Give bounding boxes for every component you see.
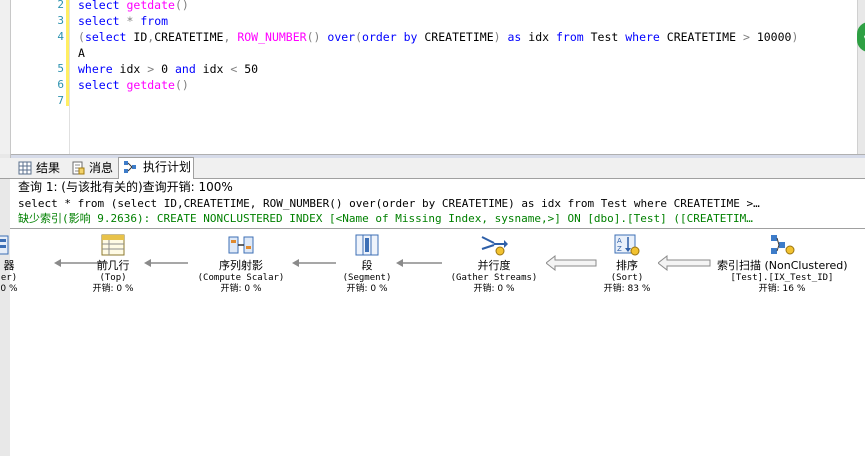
- editor-left-gutter: [0, 0, 11, 154]
- execution-plan-pane[interactable]: 查询 1: (与该批有关的)查询开销: 100% select * from (…: [0, 179, 865, 456]
- plan-node-segment[interactable]: 段 (Segment) 开销: 0 %: [302, 234, 432, 295]
- query-text: select * from (select ID,CREATETIME, ROW…: [18, 197, 760, 210]
- line-numbers: 2 3 4 5 6 7: [44, 0, 64, 154]
- missing-index-hint[interactable]: 缺少索引(影响 9.2636): CREATE NONCLUSTERED IND…: [18, 211, 753, 226]
- code-line[interactable]: select getdate(): [78, 77, 189, 93]
- plan-node-top[interactable]: 前几行 (Top) 开销: 0 %: [48, 234, 178, 295]
- plan-node-name: 并行度: [477, 259, 511, 272]
- grid-icon: [18, 161, 32, 175]
- plan-node-index-scan[interactable]: 索引扫描 (NonClustered) [Test].[IX_Test_ID] …: [717, 234, 848, 295]
- tab-results-label: 结果: [36, 161, 61, 175]
- code-line[interactable]: A: [78, 45, 85, 61]
- line-number: 7: [57, 94, 64, 107]
- tab-results[interactable]: 结果: [18, 159, 64, 177]
- index-scan-icon: [771, 235, 795, 255]
- sort-icon: A Z: [614, 234, 640, 256]
- plan-node-name: 段: [361, 259, 373, 272]
- plan-node-operator: (Gather Streams): [450, 273, 538, 283]
- plan-node-operator: [Test].[IX_Test_ID]: [730, 273, 834, 283]
- plan-node-cost: 开销: 16 %: [758, 284, 806, 294]
- svg-text:A: A: [617, 237, 622, 245]
- code-line[interactable]: where idx > 0 and idx < 50: [78, 61, 258, 77]
- top-icon: [101, 234, 125, 256]
- results-tab-strip: 结果 消息 执行计划: [0, 157, 865, 179]
- tab-execution-plan[interactable]: 执行计划: [118, 157, 194, 179]
- query-editor[interactable]: 2 3 4 5 6 7 select getdate() select * fr…: [0, 0, 857, 154]
- plan-node-operator: (Top): [99, 273, 127, 283]
- plan-node-cost: 开销: 0 %: [220, 284, 262, 294]
- plan-node-operator: (Segment): [342, 273, 392, 283]
- plan-node-cost: 开销: 0 %: [473, 284, 515, 294]
- tab-execution-plan-label: 执行计划: [143, 160, 192, 174]
- segment-icon: [355, 234, 379, 256]
- message-icon: [72, 161, 85, 175]
- plan-node-gather-streams[interactable]: 并行度 (Gather Streams) 开销: 0 %: [429, 234, 559, 295]
- plan-node-name: 排序: [616, 259, 638, 272]
- query-cost-header: 查询 1: (与该批有关的)查询开销: 100%: [18, 180, 233, 194]
- plan-node-name: 索引扫描 (NonClustered): [717, 259, 848, 272]
- line-number: 6: [57, 78, 64, 91]
- code-line[interactable]: select getdate(): [78, 0, 189, 13]
- filter-icon: [0, 235, 9, 255]
- line-number: 3: [57, 14, 64, 27]
- plan-node-name: 序列射影: [219, 259, 263, 272]
- plan-node-cost: 开销: 0 %: [346, 284, 388, 294]
- plan-node-operator: (Sort): [610, 273, 644, 283]
- gather-streams-icon: [481, 236, 508, 256]
- svg-text:Z: Z: [617, 245, 622, 253]
- plan-node-operator: (Compute Scalar): [197, 273, 285, 283]
- tab-messages[interactable]: 消息: [71, 159, 117, 177]
- plan-node-name: 前几行: [96, 259, 130, 272]
- line-number: 5: [57, 62, 64, 75]
- line-number: 4: [57, 30, 64, 43]
- plan-node-cost: 开销: 0 %: [92, 284, 134, 294]
- plan-node-cost: 开销: 83 %: [603, 284, 651, 294]
- code-line[interactable]: select * from: [78, 13, 168, 29]
- editor-margin-divider: [69, 0, 70, 154]
- code-line[interactable]: (select ID,CREATETIME, ROW_NUMBER() over…: [78, 29, 798, 45]
- plan-header-divider: [10, 228, 865, 229]
- plan-node-sort[interactable]: A Z 排序 (Sort) 开销: 83 %: [562, 234, 692, 295]
- line-number: 2: [57, 0, 64, 11]
- compute-scalar-icon: [228, 236, 254, 254]
- plan-node-compute-scalar[interactable]: 序列射影 (Compute Scalar) 开销: 0 %: [176, 234, 306, 295]
- tab-messages-label: 消息: [89, 161, 114, 175]
- execution-plan-icon: [124, 161, 136, 173]
